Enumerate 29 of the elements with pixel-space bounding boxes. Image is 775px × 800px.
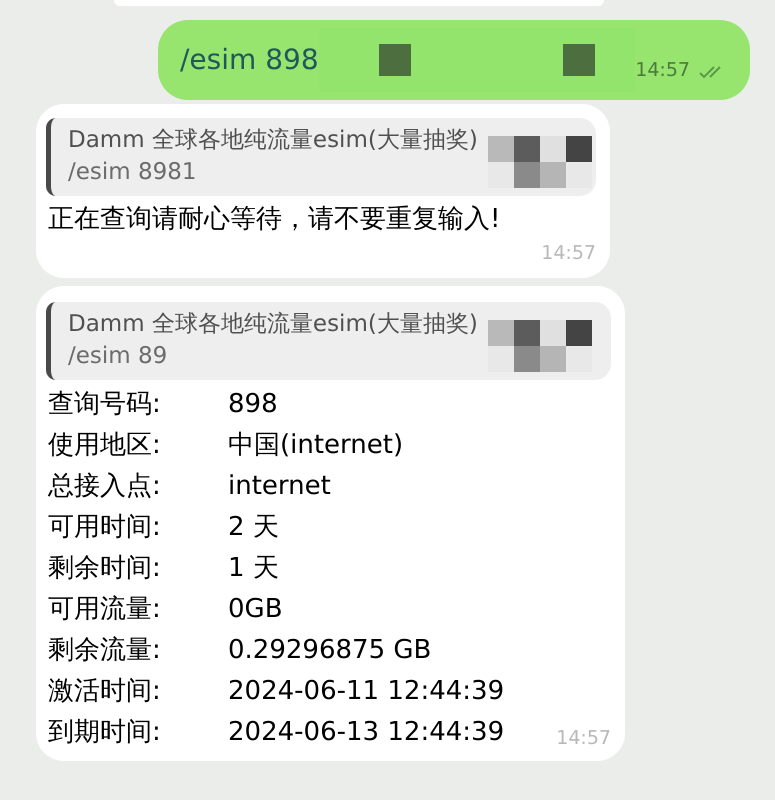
field-label: 剩余流量: [48,634,162,668]
field-label: 可用时间: [48,511,162,544]
message-text: 正在查询请耐心等待，请不要重复输入! [47,203,502,236]
quote-text: /esim 8981 [68,158,198,188]
message-time: 14:57 [555,726,611,752]
field-label: 查询号码: [48,388,162,422]
field-value: internet [228,470,332,504]
field-label: 可用流量: [48,593,162,626]
field-label: 使用地区: [48,429,162,462]
message-text: /esim 898 [180,42,319,78]
field-value: 2024-06-13 12:44:39 [228,716,504,750]
quoted-message[interactable]: Damm 全球各地纯流量esim(大量抽奖) /esim 8981 [46,118,596,196]
message-time: 14:57 [540,241,596,266]
field-value: 2 天 [228,511,280,544]
field-value: 2024-06-11 12:44:39 [228,675,506,708]
field-label: 总接入点: [48,470,162,504]
quote-text: /esim 89 [68,342,168,372]
quoted-message[interactable]: Damm 全球各地纯流量esim(大量抽奖) /esim 89 [46,302,611,380]
field-label: 激活时间: [48,675,162,708]
field-value: 中国(internet) [228,429,404,462]
field-label: 剩余时间: [48,552,162,586]
quote-title: Damm 全球各地纯流量esim(大量抽奖) [68,126,478,155]
field-value: 1 天 [228,552,280,586]
field-value: 898 [228,388,279,422]
field-label: 到期时间: [48,716,162,750]
field-value: 0GB [228,593,284,626]
field-value: 0.29296875 GB [228,634,432,668]
message-time: 14:57 [635,58,690,82]
quote-title: Damm 全球各地纯流量esim(大量抽奖) [68,310,478,339]
